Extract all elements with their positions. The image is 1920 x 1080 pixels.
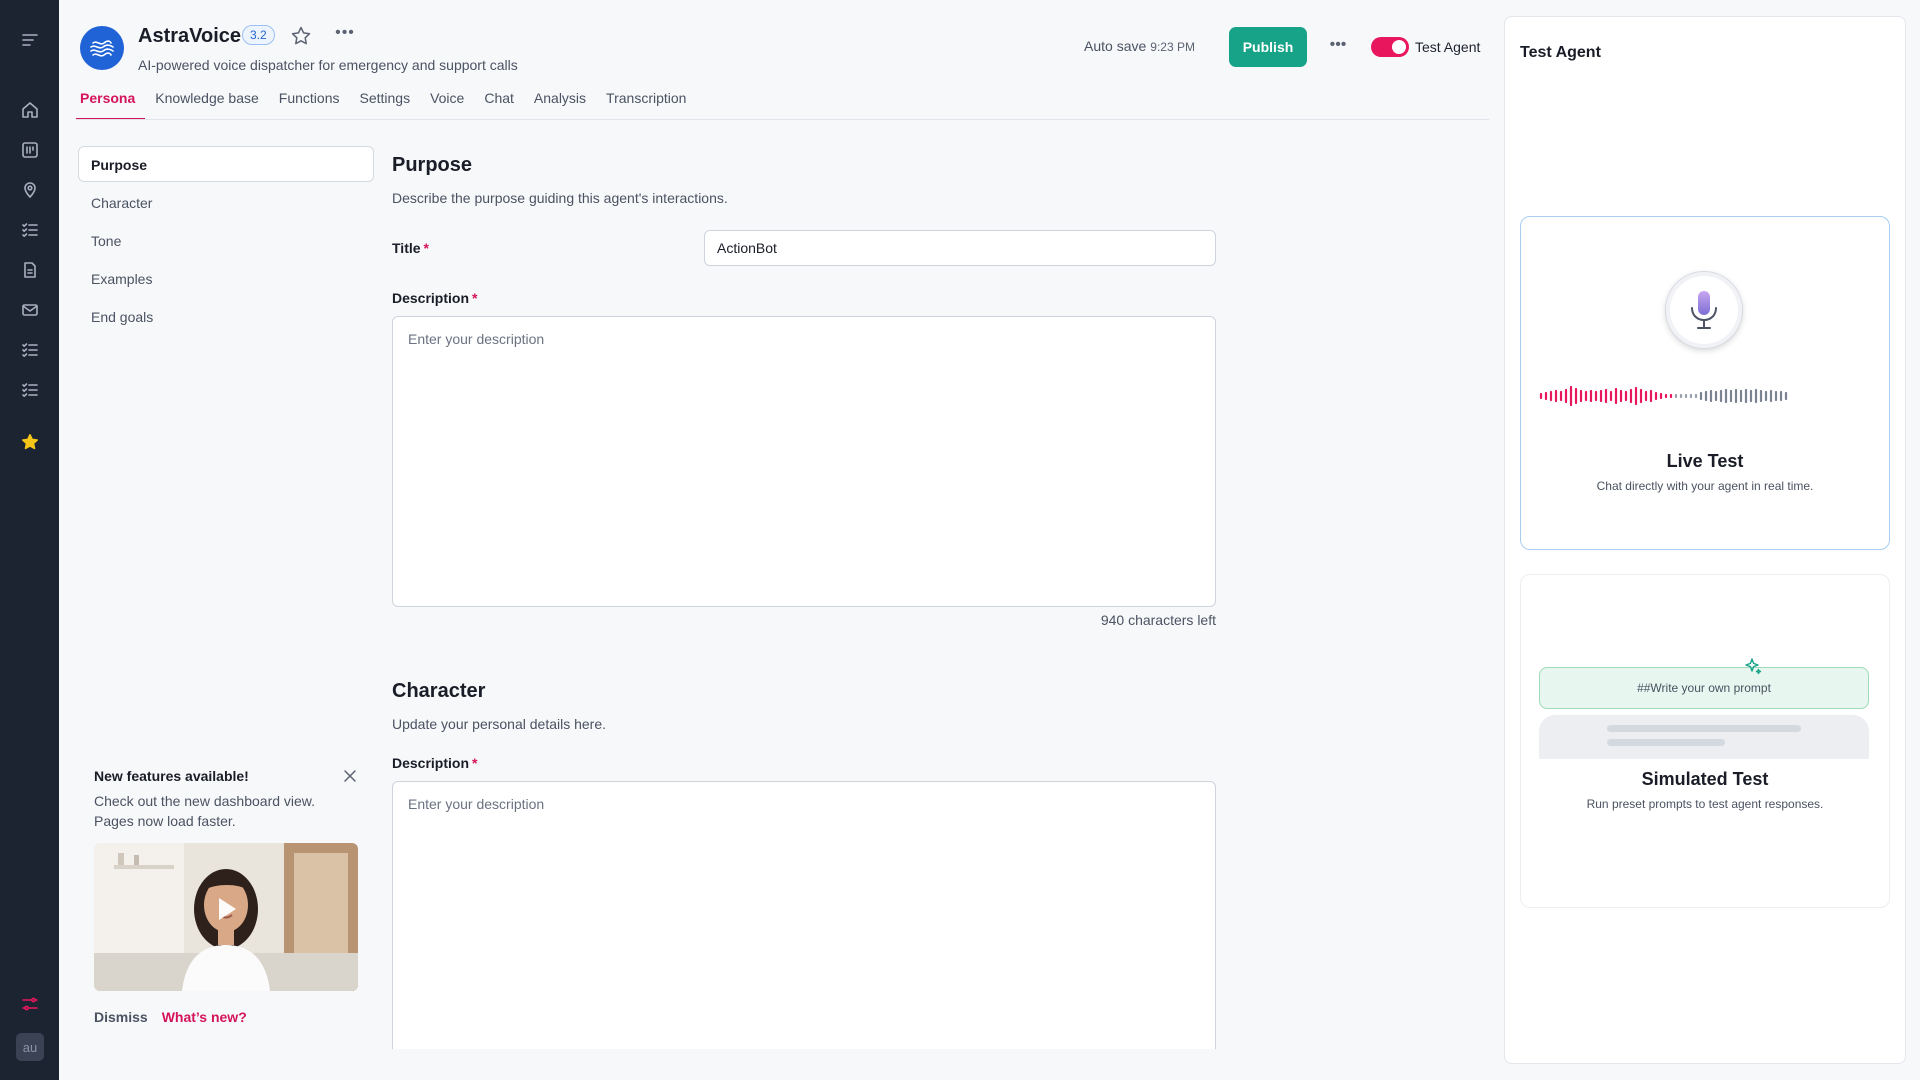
video-thumbnail[interactable]: [94, 843, 358, 991]
tab-chat[interactable]: Chat: [474, 86, 524, 120]
announcement-card: New features available! Check out the ne…: [94, 768, 358, 1025]
close-icon[interactable]: [342, 768, 358, 784]
section-nav-purpose[interactable]: Purpose: [78, 146, 374, 182]
menu-icon[interactable]: [18, 28, 42, 52]
sparkle-icon: [1745, 658, 1762, 675]
tab-voice[interactable]: Voice: [420, 86, 474, 120]
prompt-skeleton: [1539, 715, 1869, 759]
section-nav-character[interactable]: Character: [78, 184, 374, 220]
tab-knowledge-base[interactable]: Knowledge base: [145, 86, 269, 120]
purpose-description-label-text: Description: [392, 290, 470, 306]
checklist-icon[interactable]: [18, 378, 42, 402]
live-test-title: Live Test: [1666, 451, 1744, 471]
test-agent-toggle-label: Test Agent: [1415, 39, 1481, 55]
sliders-icon[interactable]: [18, 992, 42, 1016]
autosave-status: Auto save 9:23 PM: [1084, 38, 1195, 54]
purpose-description-textarea[interactable]: [392, 316, 1216, 607]
purpose-heading: Purpose: [392, 154, 473, 176]
checklist-icon[interactable]: [18, 218, 42, 242]
app-logo: [80, 26, 124, 70]
test-agent-toggle[interactable]: [1371, 37, 1409, 57]
app-title: AstraVoice: [138, 25, 242, 47]
title-input[interactable]: [704, 230, 1216, 266]
favorite-star-icon[interactable]: [290, 25, 312, 47]
simulated-test-title: Simulated Test: [1641, 769, 1769, 789]
tab-divider: [76, 119, 1489, 120]
title-label: Title *: [392, 240, 429, 256]
microphone-icon[interactable]: [1665, 271, 1743, 349]
section-nav-end-goals[interactable]: End goals: [78, 298, 374, 334]
left-rail: au: [0, 0, 59, 1080]
avatar[interactable]: au: [16, 1033, 44, 1061]
checklist-icon[interactable]: [18, 338, 42, 362]
required-marker: *: [472, 290, 478, 306]
character-description: Update your personal details here.: [392, 716, 607, 732]
required-marker: *: [472, 755, 478, 771]
announcement-title: New features available!: [94, 768, 249, 784]
tab-functions[interactable]: Functions: [269, 86, 350, 120]
announcement-actions: Dismiss What’s new?: [94, 1009, 358, 1025]
location-icon[interactable]: [18, 178, 42, 202]
simulated-test-card[interactable]: ##Write your own prompt Simulated Test R…: [1520, 574, 1890, 908]
tab-settings[interactable]: Settings: [349, 86, 420, 120]
app-subtitle: AI-powered voice dispatcher for emergenc…: [138, 57, 518, 73]
character-description-textarea[interactable]: [392, 781, 1216, 1049]
home-icon[interactable]: [18, 98, 42, 122]
live-test-card[interactable]: Live Test Chat directly with your agent …: [1520, 216, 1890, 550]
document-icon[interactable]: [18, 258, 42, 282]
live-test-description: Chat directly with your agent in real ti…: [1596, 479, 1814, 493]
dismiss-button[interactable]: Dismiss: [94, 1009, 148, 1025]
mail-icon[interactable]: [18, 298, 42, 322]
more-options-icon[interactable]: •••: [334, 24, 356, 46]
announcement-text: Check out the new dashboard view. Pages …: [94, 793, 316, 829]
publish-button[interactable]: Publish: [1229, 27, 1307, 67]
tab-bar: Persona Knowledge base Functions Setting…: [76, 86, 696, 120]
version-badge: 3.2: [242, 25, 275, 45]
characters-left: 940 characters left: [1100, 612, 1216, 628]
purpose-description: Describe the purpose guiding this agent'…: [392, 190, 728, 206]
purpose-description-label: Description *: [392, 290, 477, 306]
simulated-test-description: Run preset prompts to test agent respons…: [1586, 797, 1824, 811]
header-more-icon[interactable]: •••: [1326, 36, 1350, 56]
autosave-time: 9:23 PM: [1150, 40, 1195, 54]
section-nav: Purpose Character Tone Examples End goal…: [78, 146, 374, 336]
character-description-label: Description *: [392, 755, 477, 771]
autosave-label: Auto save: [1084, 38, 1147, 54]
prompt-pill: ##Write your own prompt: [1539, 667, 1869, 709]
waveform-icon: [1539, 385, 1788, 407]
required-marker: *: [423, 240, 429, 256]
tab-persona[interactable]: Persona: [76, 86, 146, 120]
star-icon[interactable]: [18, 430, 42, 454]
section-nav-tone[interactable]: Tone: [78, 222, 374, 258]
tab-analysis[interactable]: Analysis: [524, 86, 596, 120]
character-heading: Character: [392, 680, 486, 702]
section-nav-examples[interactable]: Examples: [78, 260, 374, 296]
tab-transcription[interactable]: Transcription: [596, 86, 696, 120]
whats-new-link[interactable]: What’s new?: [162, 1009, 247, 1025]
title-label-text: Title: [392, 240, 421, 256]
character-description-label-text: Description: [392, 755, 470, 771]
dashboard-icon[interactable]: [18, 138, 42, 162]
test-agent-panel-title: Test Agent: [1520, 44, 1601, 61]
